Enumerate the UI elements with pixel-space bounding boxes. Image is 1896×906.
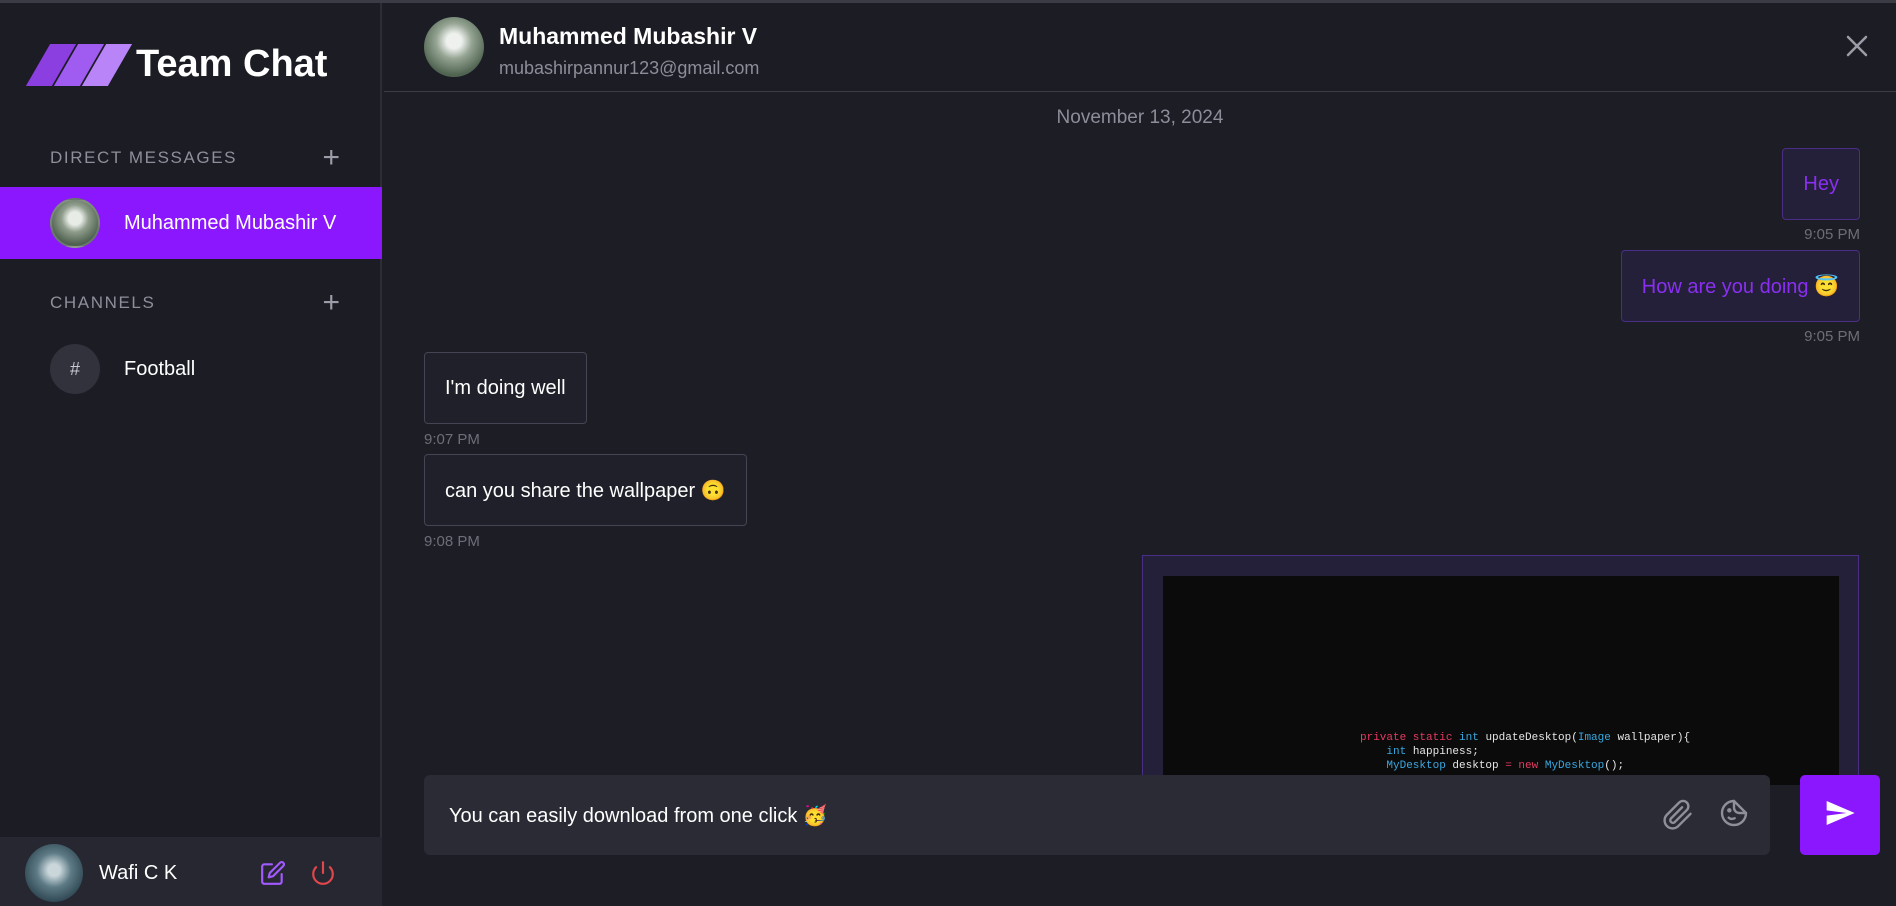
contact-name: Muhammed Mubashir V (499, 23, 758, 49)
channel-item-label: Football (124, 357, 196, 380)
message-time: 9:05 PM (1804, 328, 1860, 345)
close-icon[interactable] (1842, 31, 1872, 61)
chat-panel: Muhammed Mubashir V mubashirpannur123@gm… (384, 3, 1896, 906)
channel-item-football[interactable]: # Football (50, 344, 195, 394)
direct-messages-label: DIRECT MESSAGES (50, 148, 238, 167)
message-time: 9:05 PM (1804, 226, 1860, 243)
message-time: 9:08 PM (424, 533, 480, 550)
avatar (424, 17, 484, 77)
add-direct-message-plus-icon[interactable]: + (322, 143, 340, 173)
direct-messages-header: DIRECT MESSAGES + (50, 143, 340, 173)
send-button[interactable] (1800, 775, 1880, 855)
sidebar: Team Chat DIRECT MESSAGES + Muhammed Mub… (0, 3, 382, 906)
message-bubble: I'm doing well (424, 352, 587, 424)
contact-email: mubashirpannur123@gmail.com (499, 58, 760, 78)
channels-label: CHANNELS (50, 293, 156, 312)
code-line: int happiness; (1386, 746, 1479, 758)
channels-header: CHANNELS + (50, 288, 340, 318)
message-composer (424, 775, 1770, 855)
message-time: 9:07 PM (424, 431, 480, 448)
image-message[interactable]: private static int updateDesktop(Image w… (1142, 555, 1859, 785)
message-input[interactable] (449, 775, 1649, 855)
add-channel-plus-icon[interactable]: + (322, 288, 340, 318)
profile-name: Wafi C K (99, 861, 178, 884)
emoji-icon[interactable] (1718, 797, 1750, 829)
code-snippet: private static int updateDesktop(Image w… (1360, 731, 1690, 773)
send-icon (1824, 797, 1856, 834)
message-bubble: Hey (1782, 148, 1860, 220)
dm-item-muhammed-mubashir-v[interactable]: Muhammed Mubashir V (0, 187, 382, 259)
brand-logo (25, 43, 133, 86)
app-title: Team Chat (136, 43, 328, 85)
channel-hash-icon: # (50, 344, 100, 394)
avatar[interactable] (25, 844, 83, 902)
wallpaper-image: private static int updateDesktop(Image w… (1163, 576, 1839, 785)
power-icon[interactable] (309, 859, 337, 887)
code-line: MyDesktop desktop = new MyDesktop(); (1386, 760, 1625, 772)
brand: Team Chat (25, 43, 328, 86)
chat-header: Muhammed Mubashir V mubashirpannur123@gm… (384, 3, 1896, 92)
message-bubble: How are you doing 😇 (1620, 250, 1860, 322)
profile-bar: Wafi C K (0, 837, 382, 906)
edit-icon[interactable] (259, 859, 287, 887)
code-line: private static int updateDesktop(Image w… (1360, 732, 1691, 744)
dm-item-label: Muhammed Mubashir V (124, 211, 337, 234)
message-bubble: can you share the wallpaper 🙃 (424, 454, 747, 526)
app-window: Team Chat DIRECT MESSAGES + Muhammed Mub… (0, 0, 1896, 906)
avatar (50, 198, 100, 248)
paperclip-icon[interactable] (1662, 799, 1694, 831)
date-separator: November 13, 2024 (1056, 107, 1224, 128)
